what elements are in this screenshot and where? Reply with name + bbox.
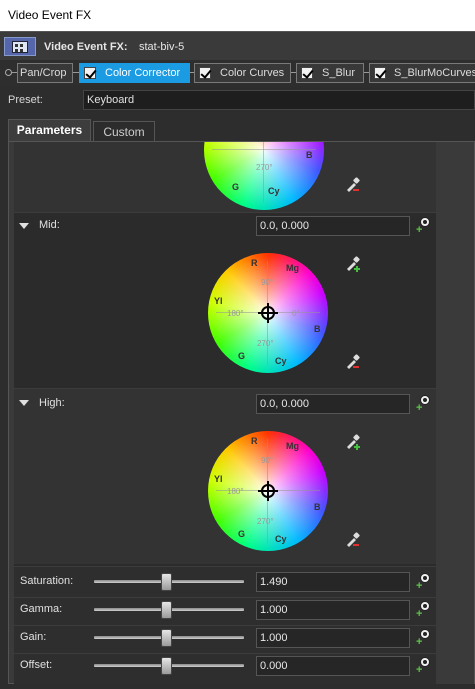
high-color-wheel[interactable]: R Mg Yl B G Cy 90° 180° 270° <box>208 431 328 551</box>
chain-item-s-blurmocurves[interactable]: S_BlurMoCurves <box>369 63 475 83</box>
offset-label: Offset: <box>20 659 53 671</box>
wheel-degree-label: 270° <box>257 517 274 526</box>
keyframe-animate-icon[interactable] <box>420 573 430 583</box>
chain-item-checkbox[interactable] <box>301 67 313 79</box>
wheel-label-b: B <box>306 150 313 160</box>
wheel-label-b: B <box>314 502 321 512</box>
wheel-handle[interactable] <box>258 303 278 323</box>
high-value-field[interactable]: 0.0, 0.000 <box>256 394 410 414</box>
row-divider <box>14 625 437 626</box>
fx-header: Video Event FX: stat-biv-5 <box>0 31 475 60</box>
wheel-degree-label: 0° <box>292 309 300 318</box>
preset-label: Preset: <box>8 94 43 106</box>
preset-dropdown[interactable]: Keyboard <box>83 90 475 110</box>
low-color-wheel[interactable]: 270° B G Cy <box>204 142 324 210</box>
wheel-handle[interactable] <box>258 481 278 501</box>
keyframe-animate-icon[interactable] <box>420 217 430 227</box>
keyframe-animate-icon[interactable] <box>420 601 430 611</box>
panel-scrollbar-area[interactable] <box>436 142 474 684</box>
fx-event-name: stat-biv-5 <box>139 41 185 53</box>
wheel-degree-label: 90° <box>261 278 274 287</box>
row-divider <box>14 597 437 598</box>
gain-label: Gain: <box>20 631 47 643</box>
keyframe-animate-icon[interactable] <box>420 395 430 405</box>
triangle-down-icon[interactable] <box>19 400 29 406</box>
chain-item-color-corrector[interactable]: Color Corrector <box>79 63 190 83</box>
saturation-slider-thumb[interactable] <box>161 573 172 591</box>
saturation-value-field[interactable]: 1.490 <box>256 572 410 592</box>
high-label: High: <box>39 397 65 409</box>
eyedropper-plus-icon[interactable] <box>344 256 360 272</box>
keyframe-plus-icon: + <box>416 664 423 676</box>
tab-custom[interactable]: Custom <box>93 121 155 141</box>
mid-label: Mid: <box>39 219 60 231</box>
keyframe-plus-icon: + <box>416 608 423 620</box>
wheel-degree-label: 270° <box>256 163 273 172</box>
gain-slider-thumb[interactable] <box>161 629 172 647</box>
tab-parameters[interactable]: Parameters <box>8 119 91 141</box>
keyframe-plus-icon: + <box>416 402 423 414</box>
keyframe-plus-icon: + <box>416 636 423 648</box>
tab-bar: Parameters Custom <box>0 117 475 141</box>
wheel-label-yl: Yl <box>214 296 223 306</box>
preset-row: Preset: Keyboard <box>0 86 475 114</box>
parameters-content: 270° B G Cy Mid: 0.0, 0.000 + R Mg Yl B … <box>14 142 437 684</box>
triangle-down-icon[interactable] <box>19 223 29 229</box>
chain-item-label: Color Corrector <box>105 67 181 79</box>
mid-color-wheel[interactable]: R Mg Yl B G Cy 90° 180° 0° 270° <box>208 253 328 373</box>
wheel-degree-label: 90° <box>261 456 274 465</box>
keyframe-plus-icon: + <box>416 224 423 236</box>
mid-value-field[interactable]: 0.0, 0.000 <box>256 216 410 236</box>
fx-header-label: Video Event FX: <box>44 41 128 53</box>
chain-start-icon <box>5 69 12 76</box>
keyframe-plus-icon: + <box>416 580 423 592</box>
wheel-label-r: R <box>251 436 258 446</box>
chain-item-label: Color Curves <box>220 67 285 79</box>
chain-item-s-blur[interactable]: S_Blur <box>296 63 364 83</box>
wheel-label-cy: Cy <box>275 534 287 544</box>
gamma-value-field[interactable]: 1.000 <box>256 600 410 620</box>
film-plugin-icon[interactable] <box>4 37 36 56</box>
parameters-panel: 270° B G Cy Mid: 0.0, 0.000 + R Mg Yl B … <box>8 141 475 684</box>
chain-item-label: S_BlurMoCurves <box>394 67 475 79</box>
wheel-label-yl: Yl <box>214 474 223 484</box>
chain-item-label: S_Blur <box>322 67 356 79</box>
keyframe-animate-icon[interactable] <box>420 629 430 639</box>
gamma-label: Gamma: <box>20 603 63 615</box>
gain-value-field[interactable]: 1.000 <box>256 628 410 648</box>
wheel-degree-label: 180° <box>227 309 244 318</box>
wheel-degree-label: 270° <box>257 339 274 348</box>
gamma-slider-thumb[interactable] <box>161 601 172 619</box>
wheel-label-mg: Mg <box>286 441 299 451</box>
wheel-label-cy: Cy <box>275 356 287 366</box>
wheel-label-g: G <box>238 351 246 361</box>
chain-item-pan-crop[interactable]: Pan/Crop <box>17 63 73 83</box>
wheel-label-b: B <box>314 324 321 334</box>
wheel-label-mg: Mg <box>286 263 299 273</box>
row-divider <box>14 653 437 654</box>
chain-item-checkbox[interactable] <box>199 67 211 79</box>
wheel-label-g: G <box>232 182 240 192</box>
chain-item-color-curves[interactable]: Color Curves <box>194 63 291 83</box>
keyframe-animate-icon[interactable] <box>420 657 430 667</box>
wheel-label-cy: Cy <box>268 186 280 196</box>
low-wheel-clip: 270° B G Cy <box>204 142 324 210</box>
eyedropper-minus-icon[interactable] <box>344 177 360 193</box>
offset-value-field[interactable]: 0.000 <box>256 656 410 676</box>
eyedropper-plus-icon[interactable] <box>344 434 360 450</box>
chain-item-checkbox[interactable] <box>84 67 96 79</box>
wheel-degree-label: 180° <box>227 487 244 496</box>
offset-slider-thumb[interactable] <box>161 657 172 675</box>
eyedropper-minus-icon[interactable] <box>344 354 360 370</box>
window-title: Video Event FX <box>0 0 475 31</box>
wheel-label-r: R <box>251 258 258 268</box>
eyedropper-minus-icon[interactable] <box>344 532 360 548</box>
saturation-label: Saturation: <box>20 575 74 587</box>
chain-item-label: Pan/Crop <box>20 67 67 79</box>
plugin-chain: Pan/Crop Color Corrector Color Curves S_… <box>0 60 475 86</box>
chain-item-checkbox[interactable] <box>374 67 386 79</box>
wheel-label-g: G <box>238 529 246 539</box>
